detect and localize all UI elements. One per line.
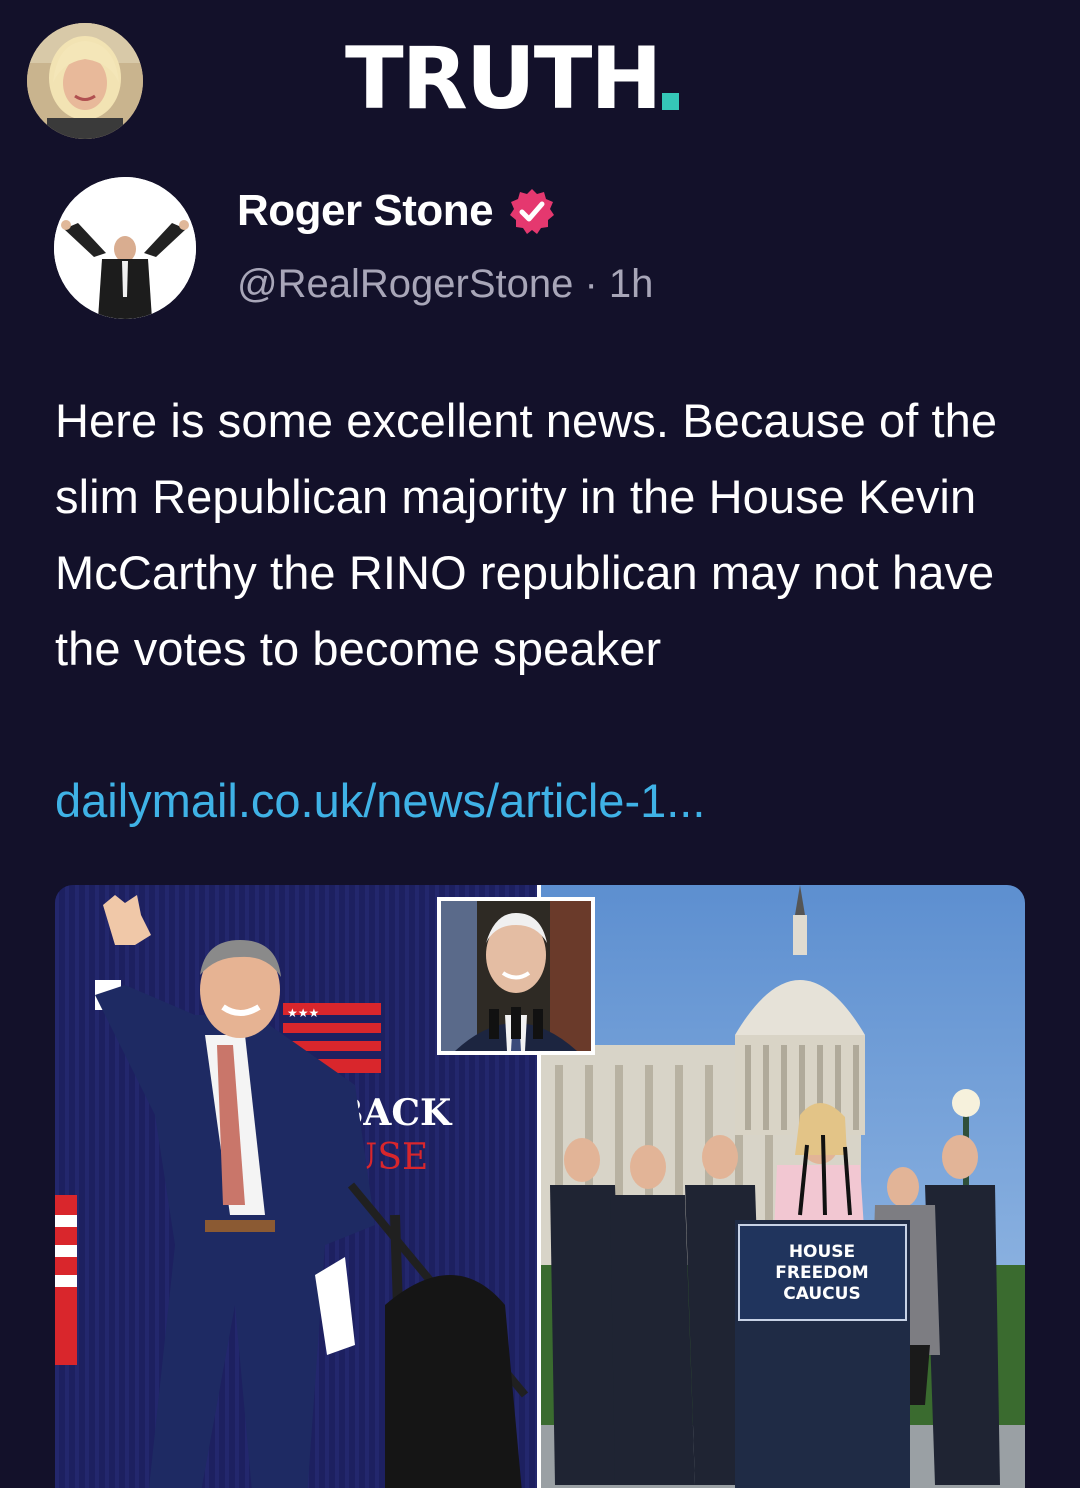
- verified-badge-icon: [510, 189, 555, 234]
- podium-text-house: HOUSE: [789, 1242, 855, 1262]
- logo-text: TRUTH: [345, 29, 662, 129]
- post-text: Here is some excellent news. Because of …: [55, 394, 998, 675]
- author-handle-time[interactable]: @RealRogerStone · 1h: [237, 262, 653, 307]
- post-image[interactable]: ★★★ BACK USE HOUSE FREEDOM CAUCUS: [55, 885, 1025, 1488]
- author-name-row: Roger Stone: [237, 183, 557, 239]
- logo-dot: [662, 93, 680, 110]
- podium-text-caucus: CAUCUS: [783, 1284, 860, 1304]
- svg-text:★★★: ★★★: [287, 1006, 319, 1020]
- article-link[interactable]: dailymail.co.uk/news/article-1...: [55, 763, 705, 839]
- podium-text-freedom: FREEDOM: [775, 1263, 868, 1283]
- truth-social-post-screen: TRUTH Roger Stone @RealRogerStone · 1h H…: [0, 0, 1080, 1488]
- news-photo-collage: ★★★ BACK USE HOUSE FREEDOM CAUCUS: [55, 885, 1025, 1488]
- profile-avatar[interactable]: [27, 23, 143, 139]
- author-avatar-image: [54, 177, 196, 319]
- profile-avatar-image: [27, 23, 143, 139]
- top-bar: TRUTH: [0, 0, 1080, 160]
- author-name[interactable]: Roger Stone: [237, 186, 494, 236]
- truth-logo[interactable]: TRUTH: [345, 29, 680, 129]
- author-avatar[interactable]: [54, 177, 196, 319]
